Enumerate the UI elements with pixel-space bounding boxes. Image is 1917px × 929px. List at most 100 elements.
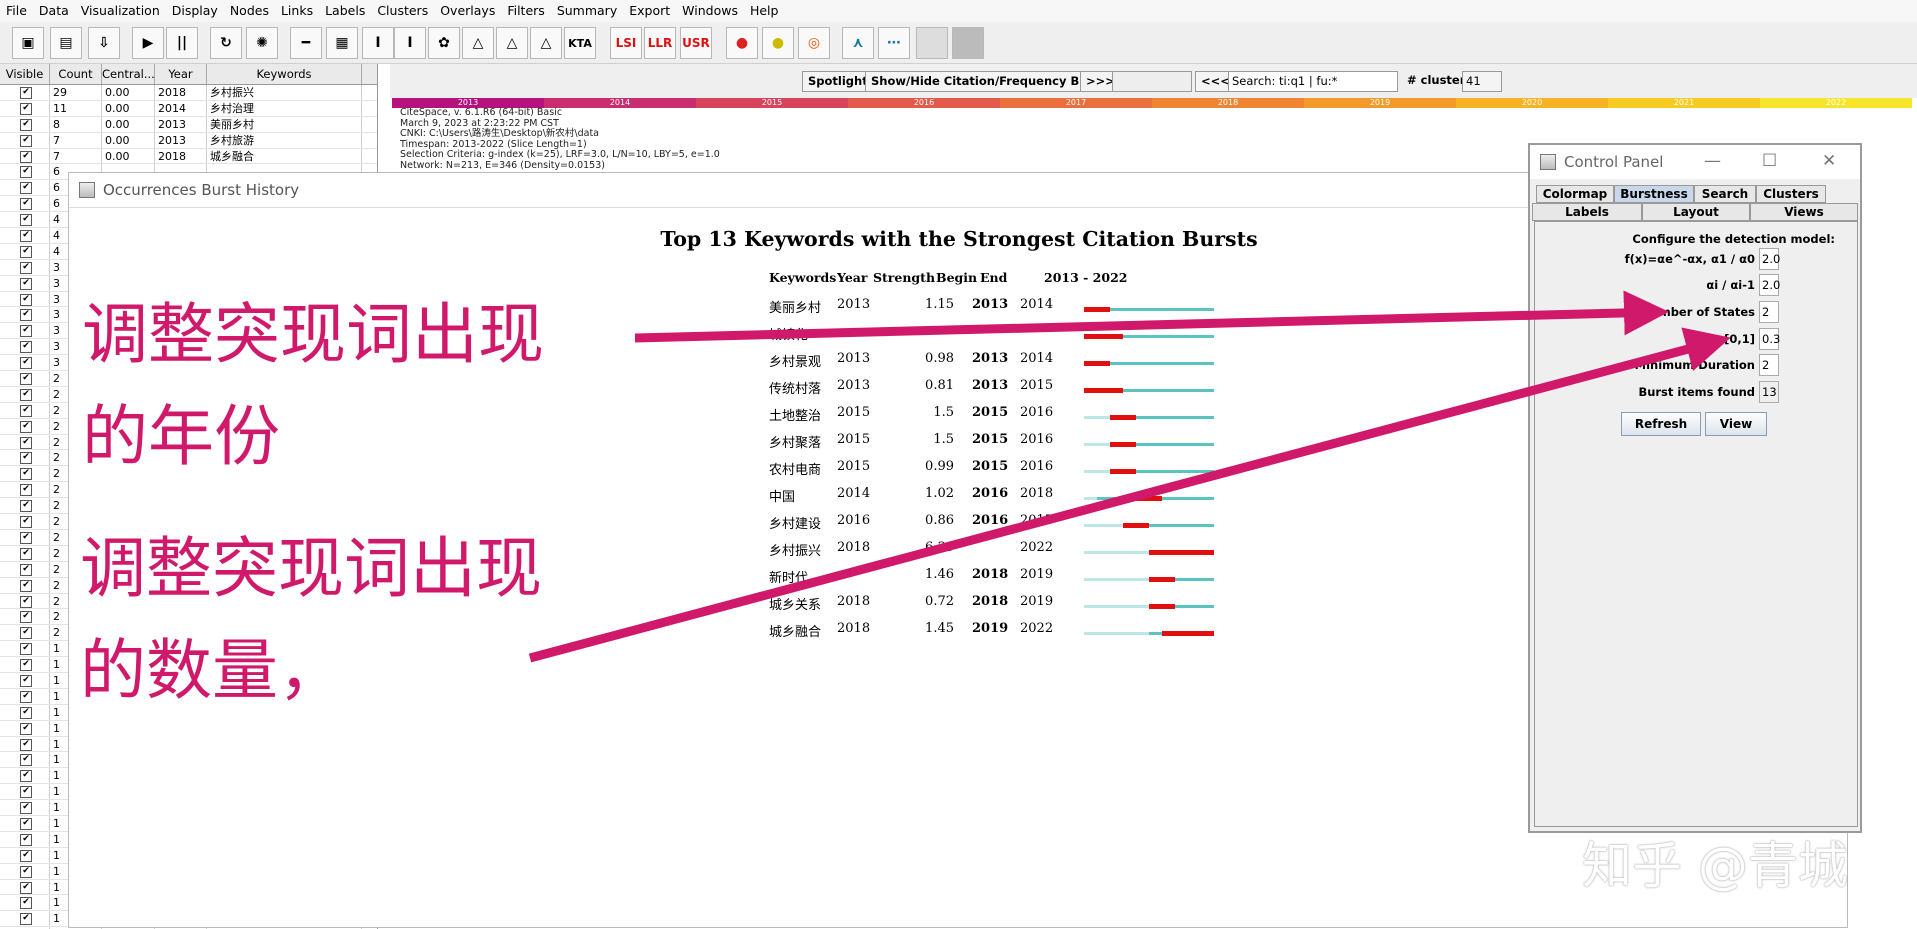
table-row[interactable]: ✔ 7 0.00 2018 城乡融合 xyxy=(0,148,377,165)
visible-cell[interactable]: ✔ xyxy=(0,688,50,704)
visible-cell[interactable]: ✔ xyxy=(0,831,50,847)
visible-checkbox[interactable]: ✔ xyxy=(20,341,32,354)
visible-checkbox[interactable]: ✔ xyxy=(20,547,32,560)
visible-cell[interactable]: ✔ xyxy=(0,434,50,450)
visible-checkbox[interactable]: ✔ xyxy=(20,452,32,465)
visible-checkbox[interactable]: ✔ xyxy=(20,643,32,656)
visible-checkbox[interactable]: ✔ xyxy=(20,436,32,449)
control-panel-titlebar[interactable]: Control Panel — ☐ ✕ xyxy=(1530,145,1860,179)
visible-cell[interactable]: ✔ xyxy=(0,132,50,148)
visible-checkbox[interactable]: ✔ xyxy=(20,484,32,497)
visible-cell[interactable]: ✔ xyxy=(0,450,50,466)
visible-cell[interactable]: ✔ xyxy=(0,307,50,323)
visible-checkbox[interactable]: ✔ xyxy=(20,881,32,894)
lsi-icon[interactable]: LSI xyxy=(610,27,642,59)
color-nodes-icon[interactable]: ✿ xyxy=(428,27,460,59)
visible-checkbox[interactable]: ✔ xyxy=(20,230,32,243)
visible-checkbox[interactable]: ✔ xyxy=(20,261,32,274)
visible-checkbox[interactable]: ✔ xyxy=(20,865,32,878)
visible-checkbox[interactable]: ✔ xyxy=(20,373,32,386)
menu-labels[interactable]: Labels xyxy=(319,0,371,22)
column-header-keywords[interactable]: Keywords xyxy=(207,64,362,84)
visible-checkbox[interactable]: ✔ xyxy=(20,150,32,163)
table-row[interactable]: ✔ 8 0.00 2013 美丽乡村 xyxy=(0,116,377,133)
visible-cell[interactable]: ✔ xyxy=(0,164,50,180)
visible-checkbox[interactable]: ✔ xyxy=(20,87,32,99)
network-third-icon[interactable]: △ xyxy=(530,27,562,59)
visible-checkbox[interactable]: ✔ xyxy=(20,817,32,830)
grid-icon[interactable]: ▦ xyxy=(326,27,358,59)
visible-checkbox[interactable]: ✔ xyxy=(20,245,32,258)
visible-checkbox[interactable]: ✔ xyxy=(20,611,32,624)
spark-icon[interactable]: ✺ xyxy=(246,27,278,59)
alpha-ratio-field[interactable]: 2.0 xyxy=(1759,248,1780,270)
target-icon[interactable]: ◎ xyxy=(798,27,830,59)
visible-checkbox[interactable]: ✔ xyxy=(20,277,32,290)
tab-colormap[interactable]: Colormap xyxy=(1536,185,1614,203)
visible-cell[interactable]: ✔ xyxy=(0,275,50,291)
visible-cell[interactable]: ✔ xyxy=(0,386,50,402)
spotlight-button[interactable]: Spotlight xyxy=(802,71,874,92)
visible-cell[interactable]: ✔ xyxy=(0,784,50,800)
show-hide-burst-button[interactable]: Show/Hide Citation/Frequency Burst xyxy=(865,71,1112,92)
blank-icon[interactable] xyxy=(952,27,984,59)
visible-checkbox[interactable]: ✔ xyxy=(20,516,32,529)
menu-help[interactable]: Help xyxy=(744,0,785,22)
visible-cell[interactable]: ✔ xyxy=(0,418,50,434)
menu-nodes[interactable]: Nodes xyxy=(224,0,275,22)
column-header-year[interactable]: Year xyxy=(155,64,207,84)
visible-cell[interactable]: ✔ xyxy=(0,895,50,911)
search-input[interactable]: Search: ti:q1 | fu:* xyxy=(1228,71,1398,92)
tab-burstness[interactable]: Burstness xyxy=(1614,185,1694,203)
menu-overlays[interactable]: Overlays xyxy=(434,0,501,22)
gamma-field[interactable]: 0.3 xyxy=(1759,328,1780,350)
maximize-icon[interactable]: ☐ xyxy=(1762,151,1777,171)
visible-checkbox[interactable]: ✔ xyxy=(20,595,32,608)
visible-cell[interactable]: ✔ xyxy=(0,609,50,625)
visible-cell[interactable]: ✔ xyxy=(0,911,50,927)
menu-export[interactable]: Export xyxy=(623,0,676,22)
menu-links[interactable]: Links xyxy=(275,0,319,22)
visible-cell[interactable]: ✔ xyxy=(0,466,50,482)
cluster-color-icon[interactable]: ● xyxy=(726,27,758,59)
view-button[interactable]: View xyxy=(1705,412,1767,436)
visible-checkbox[interactable]: ✔ xyxy=(20,404,32,417)
visible-checkbox[interactable]: ✔ xyxy=(20,118,32,131)
visible-checkbox[interactable]: ✔ xyxy=(20,531,32,544)
visible-cell[interactable]: ✔ xyxy=(0,196,50,212)
link-icon[interactable]: ⋯ xyxy=(878,27,910,59)
visible-checkbox[interactable]: ✔ xyxy=(20,659,32,672)
menu-visualization[interactable]: Visualization xyxy=(75,0,166,22)
visible-cell[interactable]: ✔ xyxy=(0,148,50,164)
visible-checkbox[interactable]: ✔ xyxy=(20,309,32,322)
number-of-states-field[interactable]: 2 xyxy=(1759,301,1779,323)
menu-filters[interactable]: Filters xyxy=(501,0,550,22)
save-icon[interactable]: ▣ xyxy=(12,27,44,59)
visible-cell[interactable]: ✔ xyxy=(0,85,50,100)
visible-checkbox[interactable]: ✔ xyxy=(20,849,32,862)
network-icon[interactable]: △ xyxy=(462,27,494,59)
visible-cell[interactable]: ✔ xyxy=(0,514,50,529)
visible-cell[interactable]: ✔ xyxy=(0,577,50,593)
visible-cell[interactable]: ✔ xyxy=(0,212,50,228)
visible-cell[interactable]: ✔ xyxy=(0,657,50,672)
visible-checkbox[interactable]: ✔ xyxy=(20,500,32,513)
visible-cell[interactable]: ✔ xyxy=(0,355,50,371)
visible-checkbox[interactable]: ✔ xyxy=(20,833,32,846)
tree-icon[interactable]: ⋏ xyxy=(842,27,874,59)
visible-cell[interactable]: ✔ xyxy=(0,720,50,736)
visible-checkbox[interactable]: ✔ xyxy=(20,738,32,751)
menu-windows[interactable]: Windows xyxy=(676,0,744,22)
visible-checkbox[interactable]: ✔ xyxy=(20,563,32,576)
clapperboard-icon[interactable]: ▤ xyxy=(50,27,82,59)
tab-search[interactable]: Search xyxy=(1694,185,1756,203)
visible-cell[interactable]: ✔ xyxy=(0,323,50,339)
visible-checkbox[interactable]: ✔ xyxy=(20,102,32,115)
column-header-count[interactable]: Count xyxy=(50,64,102,84)
visible-checkbox[interactable]: ✔ xyxy=(20,722,32,735)
kta-icon[interactable]: KTA xyxy=(564,27,596,59)
visible-cell[interactable]: ✔ xyxy=(0,879,50,895)
visible-checkbox[interactable]: ✔ xyxy=(20,802,32,815)
tab-labels[interactable]: Labels xyxy=(1532,203,1642,221)
refresh-button[interactable]: Refresh xyxy=(1621,412,1701,436)
